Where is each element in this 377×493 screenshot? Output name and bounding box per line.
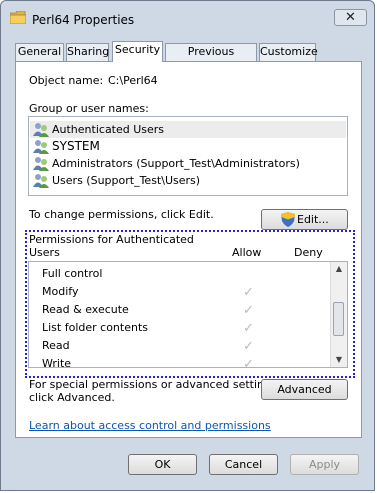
- permission-row: Write ✓: [29, 355, 329, 373]
- learn-more-link[interactable]: Learn about access control and permissio…: [29, 419, 271, 432]
- list-item[interactable]: Authenticated Users: [30, 121, 346, 138]
- user-group-icon: [33, 174, 49, 188]
- allow-check-icon: ✓: [243, 321, 254, 336]
- special-permissions-text-2: click Advanced.: [29, 391, 115, 404]
- cancel-button[interactable]: Cancel: [209, 454, 278, 475]
- scroll-thumb[interactable]: [333, 302, 344, 336]
- advanced-button[interactable]: Advanced: [261, 379, 348, 400]
- list-item[interactable]: Administrators (Support_Test\Administrat…: [30, 155, 346, 172]
- special-permissions-text: For special permissions or advanced sett…: [29, 378, 281, 391]
- object-name-value: C:\Perl64: [108, 74, 158, 87]
- scroll-up-icon[interactable]: ▲: [331, 262, 347, 276]
- permission-label: Write: [42, 357, 72, 370]
- permission-label: List folder contents: [42, 321, 148, 334]
- tab-sharing[interactable]: Sharing: [66, 43, 109, 61]
- tab-customize[interactable]: Customize: [259, 43, 318, 61]
- change-permissions-text: To change permissions, click Edit.: [29, 208, 214, 221]
- user-group-icon: [33, 140, 49, 154]
- list-item-label: SYSTEM: [52, 139, 100, 153]
- list-item[interactable]: Users (Support_Test\Users): [30, 172, 346, 189]
- permissions-scrollbar[interactable]: ▲ ▼: [330, 262, 347, 367]
- permission-row: Read & execute ✓: [29, 301, 329, 319]
- tab-security[interactable]: Security: [112, 41, 163, 62]
- ok-button[interactable]: OK: [128, 454, 197, 475]
- permissions-list[interactable]: Full control Modify ✓ Read & execute ✓ L…: [28, 261, 348, 372]
- scroll-down-icon[interactable]: ▼: [331, 353, 347, 367]
- properties-dialog: Perl64 Properties ✕ General Sharing Secu…: [0, 0, 375, 491]
- permissions-title: Permissions for Authenticated: [29, 233, 194, 246]
- object-name-label: Object name:: [29, 74, 104, 87]
- shield-icon: [281, 212, 295, 227]
- allow-check-icon: ✓: [243, 357, 254, 372]
- permission-row: Full control: [29, 265, 329, 283]
- group-list[interactable]: Authenticated Users SYSTEM Administrator…: [28, 116, 348, 196]
- allow-check-icon: ✓: [243, 303, 254, 318]
- tab-general[interactable]: General: [15, 43, 64, 61]
- title-bar[interactable]: Perl64 Properties ✕: [1, 1, 376, 37]
- permission-label: Full control: [42, 267, 103, 280]
- permission-row: List folder contents ✓: [29, 319, 329, 337]
- folder-icon: [10, 11, 26, 24]
- permission-label: Read: [42, 339, 70, 352]
- apply-button[interactable]: Apply: [290, 454, 359, 475]
- groups-label: Group or user names:: [29, 102, 149, 115]
- list-item[interactable]: SYSTEM: [30, 138, 346, 155]
- close-button[interactable]: ✕: [334, 9, 367, 26]
- user-group-icon: [33, 123, 49, 137]
- permission-row: Modify ✓: [29, 283, 329, 301]
- allow-header: Allow: [232, 246, 262, 259]
- list-item-label: Users (Support_Test\Users): [52, 174, 201, 187]
- permission-label: Read & execute: [42, 303, 129, 316]
- deny-header: Deny: [294, 246, 323, 259]
- user-group-icon: [33, 157, 49, 171]
- window-title: Perl64 Properties: [32, 13, 135, 27]
- permission-label: Modify: [42, 285, 79, 298]
- list-item-label: Authenticated Users: [52, 123, 165, 136]
- tab-previous-versions[interactable]: Previous Versions: [165, 43, 257, 74]
- edit-button-label: Edit...: [297, 213, 329, 226]
- security-panel: Object name: C:\Perl64 Group or user nam…: [15, 61, 362, 438]
- close-icon: ✕: [345, 10, 356, 25]
- edit-button[interactable]: Edit...: [261, 209, 348, 230]
- allow-check-icon: ✓: [243, 339, 254, 354]
- permissions-title-user: Users: [29, 246, 60, 259]
- allow-check-icon: ✓: [243, 285, 254, 300]
- permission-row: Read ✓: [29, 337, 329, 355]
- list-item-label: Administrators (Support_Test\Administrat…: [52, 157, 300, 170]
